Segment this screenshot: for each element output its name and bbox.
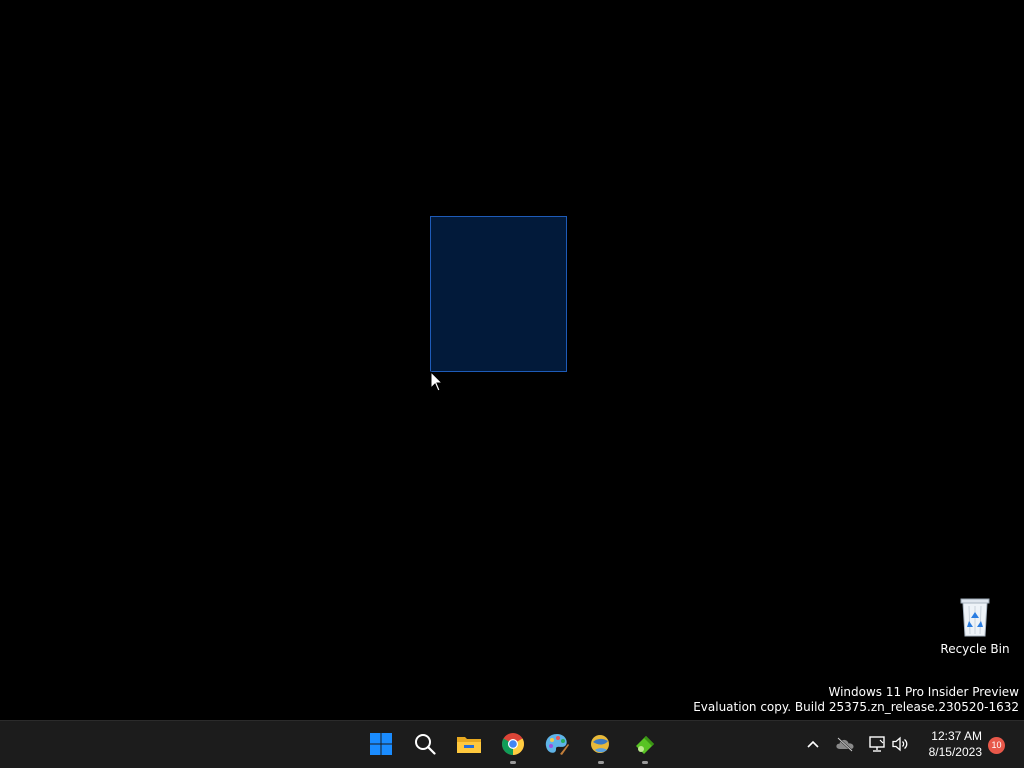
file-explorer-button[interactable]	[454, 729, 484, 759]
onedrive-button[interactable]	[834, 733, 856, 755]
app-6-button[interactable]	[586, 729, 616, 764]
windows-start-icon	[370, 733, 392, 755]
chrome-icon	[502, 733, 524, 755]
volume-button[interactable]	[889, 733, 911, 755]
paint-palette-icon	[545, 734, 569, 755]
show-hidden-icons-button[interactable]	[802, 733, 824, 755]
start-button[interactable]	[366, 729, 396, 759]
network-button[interactable]	[866, 733, 888, 755]
clock[interactable]: 12:37 AM 8/15/2023	[929, 728, 982, 760]
folder-icon	[457, 737, 481, 753]
app-7-button[interactable]	[630, 729, 660, 764]
chrome-button[interactable]	[498, 729, 528, 764]
notification-badge[interactable]: 10	[988, 737, 1005, 754]
network-icon	[869, 736, 885, 752]
search-icon	[415, 734, 436, 755]
watermark-edition: Windows 11 Pro Insider Preview	[828, 685, 1019, 699]
clock-date: 8/15/2023	[928, 745, 982, 759]
chevron-up-icon	[807, 740, 819, 748]
running-indicator	[642, 761, 648, 764]
app-globe-icon	[591, 735, 609, 753]
recycle-bin-icon	[960, 598, 990, 637]
volume-icon	[892, 736, 908, 752]
windows-watermark: Windows 11 Pro Insider Preview Evaluatio…	[693, 685, 1019, 715]
taskbar: 12:37 AM 8/15/2023 10	[0, 720, 1024, 768]
recycle-bin[interactable]: Recycle Bin	[940, 594, 1010, 656]
desktop[interactable]: Recycle Bin Windows 11 Pro Insider Previ…	[0, 0, 1024, 720]
paint-button[interactable]	[542, 729, 572, 759]
cloud-offline-icon	[836, 737, 854, 752]
clock-time: 12:37 AM	[931, 729, 982, 743]
watermark-build: Evaluation copy. Build 25375.zn_release.…	[693, 700, 1019, 714]
recycle-bin-label: Recycle Bin	[940, 642, 1010, 656]
mouse-cursor-icon	[430, 371, 444, 392]
app-green-icon	[636, 736, 654, 754]
selection-rectangle	[430, 216, 567, 372]
running-indicator	[510, 761, 516, 764]
running-indicator	[598, 761, 604, 764]
search-button[interactable]	[410, 729, 440, 759]
